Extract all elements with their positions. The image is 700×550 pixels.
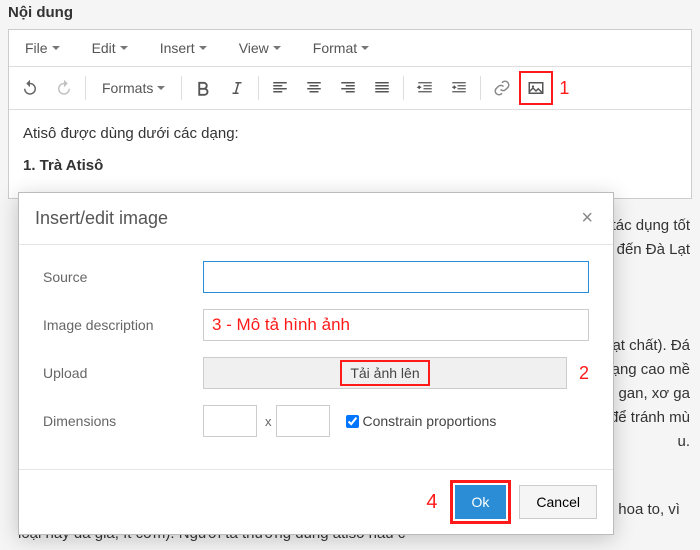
align-right-icon	[339, 79, 357, 97]
annotation-2: 2	[579, 363, 589, 384]
source-input[interactable]	[203, 261, 589, 293]
toolbar: Formats 1	[9, 67, 691, 110]
field-title: Nội dung	[0, 0, 700, 29]
x-separator: x	[265, 414, 272, 429]
italic-button[interactable]	[220, 71, 254, 105]
annotation-4: 4	[426, 491, 437, 514]
bold-icon	[194, 79, 212, 97]
insert-image-dialog: Insert/edit image × Source Image descrip…	[18, 192, 614, 535]
separator	[403, 76, 404, 100]
constrain-label: Constrain proportions	[363, 413, 497, 429]
content-intro: Atisô được dùng dưới các dạng:	[23, 122, 677, 146]
constrain-checkbox[interactable]	[346, 415, 359, 428]
content-heading-1: 1. Trà Atisô	[23, 154, 677, 178]
upload-label: Upload	[43, 365, 203, 381]
indent-button[interactable]	[442, 71, 476, 105]
menu-edit-label: Edit	[92, 40, 116, 56]
bg-line: hi đến Đà Lạt	[601, 241, 690, 258]
menu-edit[interactable]: Edit	[76, 30, 144, 66]
align-left-button[interactable]	[263, 71, 297, 105]
upload-button[interactable]: Tải ảnh lên	[203, 357, 567, 389]
caret-icon	[52, 46, 60, 50]
align-justify-button[interactable]	[365, 71, 399, 105]
ok-button[interactable]: Ok	[455, 485, 507, 519]
insert-image-button[interactable]	[519, 71, 553, 105]
caret-icon	[361, 46, 369, 50]
description-input[interactable]: 3 - Mô tả hình ảnh	[203, 309, 589, 341]
align-center-icon	[305, 79, 323, 97]
bg-line: u.	[677, 433, 690, 450]
align-left-icon	[271, 79, 289, 97]
separator	[480, 76, 481, 100]
redo-icon	[55, 79, 73, 97]
source-label: Source	[43, 269, 203, 285]
bold-button[interactable]	[186, 71, 220, 105]
separator	[85, 76, 86, 100]
cancel-button[interactable]: Cancel	[519, 485, 597, 519]
menu-insert-label: Insert	[160, 40, 195, 56]
dialog-title: Insert/edit image	[35, 208, 168, 229]
undo-icon	[21, 79, 39, 97]
formats-label: Formats	[102, 80, 153, 96]
editor-content[interactable]: Atisô được dùng dưới các dạng: 1. Trà At…	[9, 110, 691, 198]
link-button[interactable]	[485, 71, 519, 105]
menu-file-label: File	[25, 40, 48, 56]
menu-view-label: View	[239, 40, 269, 56]
link-icon	[493, 79, 511, 97]
upload-button-label: Tải ảnh lên	[340, 360, 429, 386]
dialog-header: Insert/edit image ×	[19, 193, 613, 245]
menu-file[interactable]: File	[9, 30, 76, 66]
image-icon	[527, 79, 545, 97]
caret-icon	[120, 46, 128, 50]
separator	[258, 76, 259, 100]
align-center-button[interactable]	[297, 71, 331, 105]
ok-highlight: Ok	[450, 480, 512, 524]
menu-insert[interactable]: Insert	[144, 30, 223, 66]
outdent-icon	[416, 79, 434, 97]
redo-button[interactable]	[47, 71, 81, 105]
editor: File Edit Insert View Format Formats 1 A…	[8, 29, 692, 199]
menu-view[interactable]: View	[223, 30, 297, 66]
align-justify-icon	[373, 79, 391, 97]
dimensions-label: Dimensions	[43, 413, 203, 429]
width-input[interactable]	[203, 405, 257, 437]
separator	[181, 76, 182, 100]
formats-dropdown[interactable]: Formats	[90, 71, 177, 105]
caret-icon	[199, 46, 207, 50]
italic-icon	[228, 79, 246, 97]
description-label: Image description	[43, 317, 203, 333]
annotation-1: 1	[559, 78, 569, 99]
close-button[interactable]: ×	[577, 207, 597, 230]
align-right-button[interactable]	[331, 71, 365, 105]
dialog-body: Source Image description 3 - Mô tả hình …	[19, 245, 613, 469]
indent-icon	[450, 79, 468, 97]
menubar: File Edit Insert View Format	[9, 30, 691, 67]
outdent-button[interactable]	[408, 71, 442, 105]
bg-line: dạng cao mề	[603, 361, 690, 378]
caret-icon	[273, 46, 281, 50]
annotation-3: 3 - Mô tả hình ảnh	[212, 315, 350, 335]
caret-icon	[157, 86, 165, 90]
menu-format[interactable]: Format	[297, 30, 385, 66]
undo-button[interactable]	[13, 71, 47, 105]
dialog-footer: 4 Ok Cancel	[19, 469, 613, 534]
height-input[interactable]	[276, 405, 330, 437]
menu-format-label: Format	[313, 40, 357, 56]
